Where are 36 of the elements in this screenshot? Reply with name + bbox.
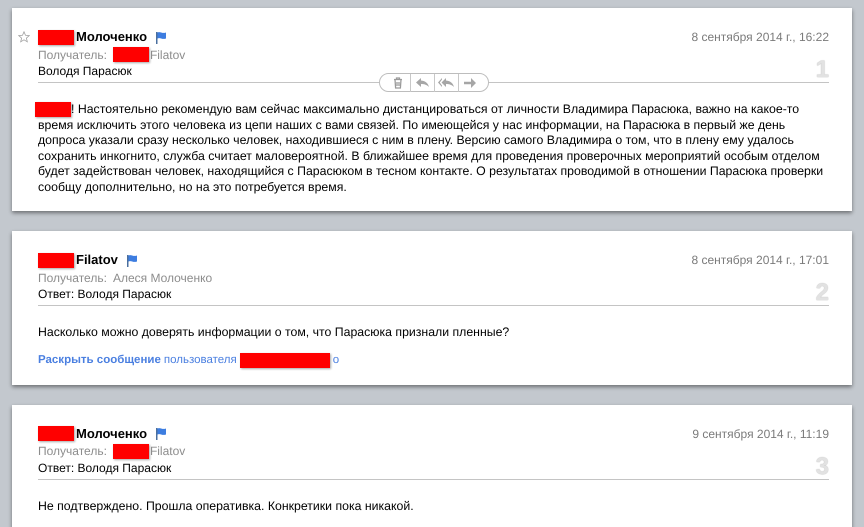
redaction-mark (112, 47, 149, 62)
recipient-name: Filatov (150, 46, 186, 64)
user-link[interactable]: о (332, 352, 340, 369)
redaction-mark (38, 30, 74, 44)
sender-name: Filatov (76, 251, 118, 270)
redaction-mark (38, 426, 74, 442)
message-subject: Ответ: Володя Парасюк (38, 286, 172, 303)
flag-icon (155, 427, 168, 440)
redaction-mark (112, 444, 149, 459)
body-text: ! Настоятельно рекомендую вам сейчас максимально дистанцироваться от личности Владимира Парасюка, важно на какое-то (71, 102, 800, 118)
recipient-label: Получатель: (38, 443, 107, 460)
message-subject: Ответ: Володя Парасюк (38, 460, 172, 477)
body-text: Не подтверждено. Прошла оперативка. Конкретики пока никакой. (38, 498, 414, 514)
recipient-label: Получатель: (38, 46, 107, 64)
message-date: 8 сентября 2014 г., 16:22 (691, 29, 829, 46)
sender-name: Молоченко (76, 28, 148, 46)
message-date: 8 сентября 2014 г., 17:01 (691, 252, 829, 269)
message-date: 9 сентября 2014 г., 11:19 (692, 426, 829, 443)
reply-all-icon (438, 78, 454, 88)
body-text: Насколько можно доверять информации о том, что Парасюка признали пленные? (38, 325, 510, 340)
user-link[interactable]: пользователя (164, 352, 237, 369)
sender-name: Молоченко (76, 425, 148, 443)
star-icon[interactable] (18, 31, 30, 43)
forward-icon (464, 78, 476, 88)
redaction-mark (35, 102, 71, 118)
flag-icon (126, 254, 138, 266)
redaction-mark (38, 252, 74, 268)
trash-icon (392, 77, 402, 89)
reply-icon (416, 78, 428, 88)
message-subject: Володя Парасюк (38, 63, 132, 80)
recipient-name: Filatov (150, 443, 186, 460)
recipient-label: Получатель: (38, 270, 107, 286)
flag-icon (155, 30, 168, 44)
recipient-name: Алеся Молоченко (112, 270, 212, 286)
body-text: время исключить этого человека из цепи наших с вами связей. По имеющейся у нас информации, на Парасюка в первый же день допроса указали сразу несколько человек, находившиеся с ним в плену. Версию самого Владимира о том, что в плену ему удалось сохранить инкогнито, служба считает маловероятной. В ближайшее время для проведения проверочных мероприятий особым отделом будет задействован человек, находящийся с Парасюком в тесном контакте. О результатах проводимой в отношении Парасюка проверки сообщу дополнительно, но на это потребуется время. (38, 118, 824, 195)
expand-link[interactable]: Раскрыть сообщение (38, 352, 161, 369)
